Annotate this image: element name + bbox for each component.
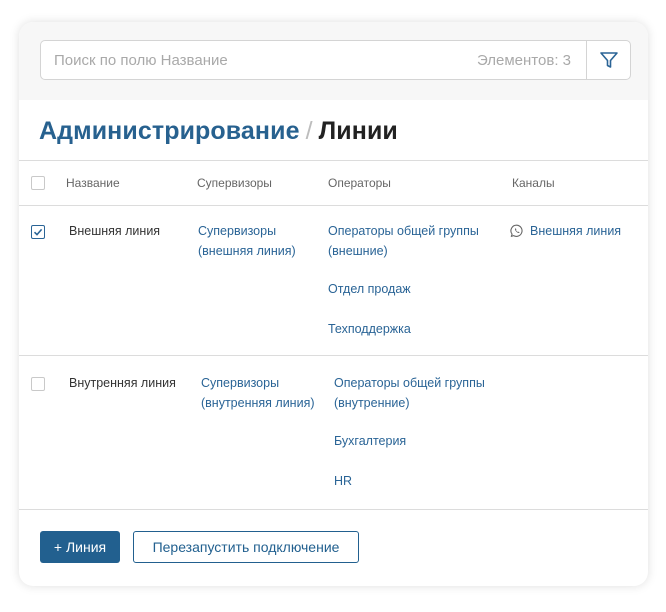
breadcrumb-current: Линии xyxy=(318,117,398,145)
whatsapp-icon xyxy=(510,224,523,237)
items-count: Элементов: 3 xyxy=(476,52,571,69)
operator-link[interactable]: Бухгалтерия xyxy=(334,431,406,451)
supervisors-link[interactable]: Супервизоры (внутренняя линия) xyxy=(201,373,315,413)
supervisors-link-line: Супервизоры xyxy=(198,224,277,238)
row-checkbox[interactable] xyxy=(31,377,45,391)
supervisors-link-line: Супервизоры xyxy=(201,376,280,390)
page-title: Администрирование / Линии xyxy=(39,117,398,146)
supervisors-link-line: (внутренняя линия) xyxy=(201,396,315,410)
divider xyxy=(19,160,648,161)
operator-group-link-line: (внешние) xyxy=(328,244,388,258)
filter-button[interactable] xyxy=(586,40,631,80)
column-header-supervisors[interactable]: Супервизоры xyxy=(197,176,272,190)
line-name[interactable]: Внутренняя линия xyxy=(69,373,176,393)
search-field[interactable]: Элементов: 3 xyxy=(40,40,586,80)
row-checkbox[interactable] xyxy=(31,225,45,239)
column-header-operators[interactable]: Операторы xyxy=(328,176,391,190)
supervisors-link-line: (внешняя линия) xyxy=(198,244,296,258)
channel-label: Внешняя линия xyxy=(530,224,622,238)
operator-link[interactable]: Отдел продаж xyxy=(328,279,411,299)
divider xyxy=(19,355,648,356)
column-header-name[interactable]: Название xyxy=(66,176,120,190)
column-header-channels[interactable]: Каналы xyxy=(512,176,555,190)
add-line-button[interactable]: + Линия xyxy=(40,531,120,563)
channel-link[interactable]: Внешняя линия xyxy=(510,221,621,241)
operator-link[interactable]: HR xyxy=(334,471,352,491)
operator-group-link[interactable]: Операторы общей группы (внешние) xyxy=(328,221,479,261)
operator-group-link-line: Операторы общей группы xyxy=(328,224,479,238)
operator-link[interactable]: Техподдержка xyxy=(328,319,411,339)
search-input[interactable] xyxy=(41,41,474,79)
operator-group-link-line: Операторы общей группы xyxy=(334,376,485,390)
breadcrumb-parent[interactable]: Администрирование xyxy=(39,117,300,145)
lines-panel: Элементов: 3 Администрирование/Линии Наз… xyxy=(19,22,648,586)
supervisors-link[interactable]: Супервизоры (внешняя линия) xyxy=(198,221,296,261)
divider xyxy=(19,509,648,510)
restart-connection-button[interactable]: Перезапустить подключение xyxy=(133,531,359,563)
operator-group-link[interactable]: Операторы общей группы (внутренние) xyxy=(334,373,485,413)
divider xyxy=(19,205,648,206)
filter-icon xyxy=(599,52,618,68)
line-name[interactable]: Внешняя линия xyxy=(69,221,160,241)
operator-group-link-line: (внутренние) xyxy=(334,396,410,410)
select-all-checkbox[interactable] xyxy=(31,176,45,190)
checkmark-icon xyxy=(33,228,43,236)
breadcrumb-separator: / xyxy=(305,117,313,145)
